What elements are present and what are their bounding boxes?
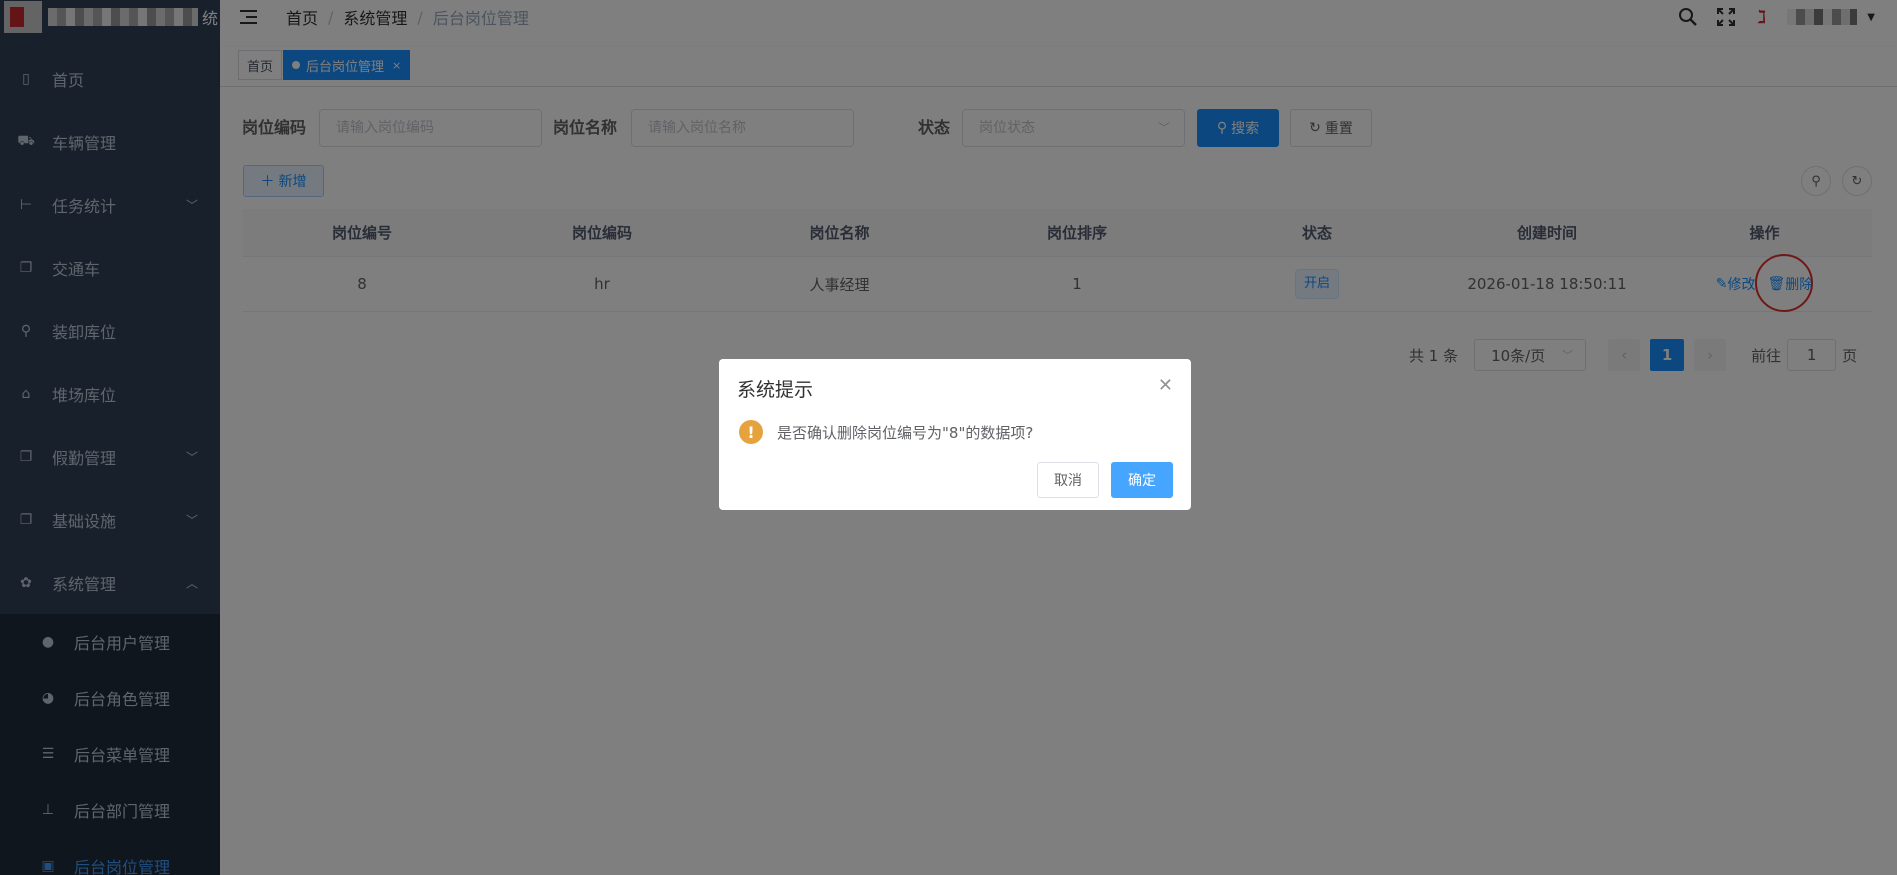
dialog-message: 是否确认删除岗位编号为"8"的数据项? [777,423,1034,442]
close-icon[interactable]: ✕ [1158,375,1173,396]
cancel-button[interactable]: 取消 [1037,462,1099,498]
dialog-title: 系统提示 [737,379,814,401]
dialog-body: ! 是否确认删除岗位编号为"8"的数据项? [739,420,1033,444]
warning-icon: ! [739,420,763,444]
confirm-dialog: 系统提示 ✕ ! 是否确认删除岗位编号为"8"的数据项? 取消 确定 [719,359,1191,510]
confirm-button[interactable]: 确定 [1111,462,1173,498]
